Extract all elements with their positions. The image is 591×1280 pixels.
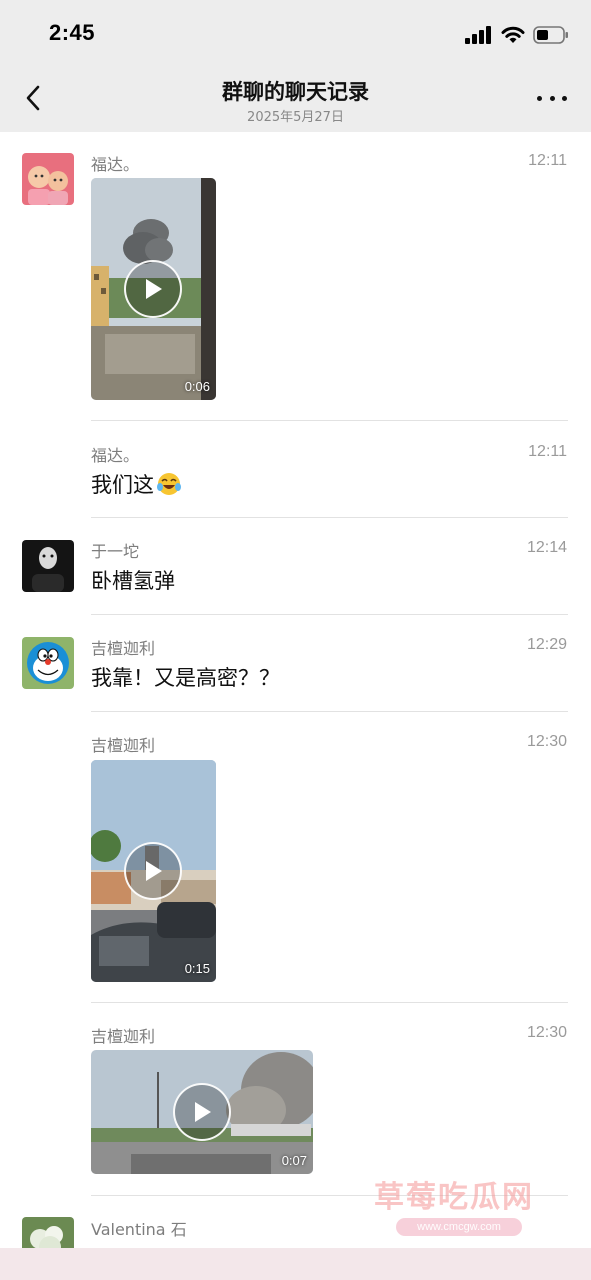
message-time: 12:11 xyxy=(528,152,567,169)
play-button[interactable] xyxy=(124,260,182,318)
message-text[interactable]: 我们这 xyxy=(91,469,182,499)
play-icon xyxy=(195,1102,211,1122)
play-icon xyxy=(146,279,162,299)
video-duration: 0:15 xyxy=(184,961,210,976)
battery-icon xyxy=(533,26,568,44)
status-icons xyxy=(465,24,569,46)
avatar[interactable] xyxy=(22,637,74,689)
message-divider xyxy=(91,614,568,615)
more-dot-icon xyxy=(549,95,555,101)
avatar[interactable] xyxy=(22,153,74,205)
message-time: 12:14 xyxy=(526,539,567,556)
chat-history-screen: 2:45 群聊的聊天记录 2025年5月27日 福达。 12:11 0:06 福… xyxy=(0,0,591,1280)
message-time: 12:11 xyxy=(528,443,567,460)
avatar-image xyxy=(22,540,74,592)
watermark-url: www.cmcgw.com xyxy=(396,1218,522,1236)
avatar-image xyxy=(22,1217,74,1248)
avatar[interactable] xyxy=(22,1217,74,1248)
cellular-signal-icon xyxy=(465,26,491,44)
wifi-icon xyxy=(501,26,525,43)
sender-name: 于一坨 xyxy=(91,542,140,561)
message-time: 12:30 xyxy=(526,1024,567,1041)
video-message[interactable]: 0:07 xyxy=(91,1050,313,1174)
message-text[interactable]: 我靠！又是高密？？ xyxy=(91,662,280,692)
message-time: 12:30 xyxy=(526,733,567,750)
message-text-content: 我们这 xyxy=(91,473,154,497)
message-time: 12:29 xyxy=(526,636,567,653)
video-duration: 0:07 xyxy=(281,1153,307,1168)
play-button[interactable] xyxy=(124,842,182,900)
more-options-button[interactable] xyxy=(537,88,567,108)
message-divider xyxy=(91,1002,568,1003)
status-time: 2:45 xyxy=(49,20,96,45)
sender-name: 吉檀迦利 xyxy=(91,736,156,755)
watermark: 草莓吃瓜网 www.cmcgw.com xyxy=(350,1166,570,1252)
sender-name: 吉檀迦利 xyxy=(91,1027,156,1046)
video-message[interactable]: 0:15 xyxy=(91,760,216,982)
more-dot-icon xyxy=(562,95,567,101)
sender-name: 吉檀迦利 xyxy=(91,639,156,658)
message-divider xyxy=(91,517,568,518)
page-subtitle-date: 2025年5月27日 xyxy=(247,110,344,125)
video-duration: 0:06 xyxy=(184,379,210,394)
video-message[interactable]: 0:06 xyxy=(91,178,216,400)
message-text[interactable]: 卧槽氢弹 xyxy=(91,565,175,595)
sender-name: Valentina 石 xyxy=(91,1220,187,1239)
avatar[interactable] xyxy=(22,540,74,592)
bottom-bar xyxy=(0,1248,591,1280)
laughing-emoji-icon xyxy=(156,471,182,497)
message-divider xyxy=(91,420,568,421)
play-icon xyxy=(146,861,162,881)
message-divider xyxy=(91,711,568,712)
sender-name: 福达。 xyxy=(91,155,140,174)
message-list[interactable]: 福达。 12:11 0:06 福达。 12:11 我们这 于一坨 12:14 卧… xyxy=(0,132,591,1248)
page-title: 群聊的聊天记录 xyxy=(222,80,369,104)
sender-name: 福达。 xyxy=(91,446,140,465)
status-bar: 2:45 xyxy=(0,0,591,66)
more-dot-icon xyxy=(537,95,542,101)
avatar-image xyxy=(22,637,74,689)
play-button[interactable] xyxy=(173,1083,231,1141)
watermark-main-text: 草莓吃瓜网 xyxy=(374,1180,534,1215)
navigation-bar: 群聊的聊天记录 2025年5月27日 xyxy=(0,66,591,132)
avatar-image xyxy=(22,153,74,205)
